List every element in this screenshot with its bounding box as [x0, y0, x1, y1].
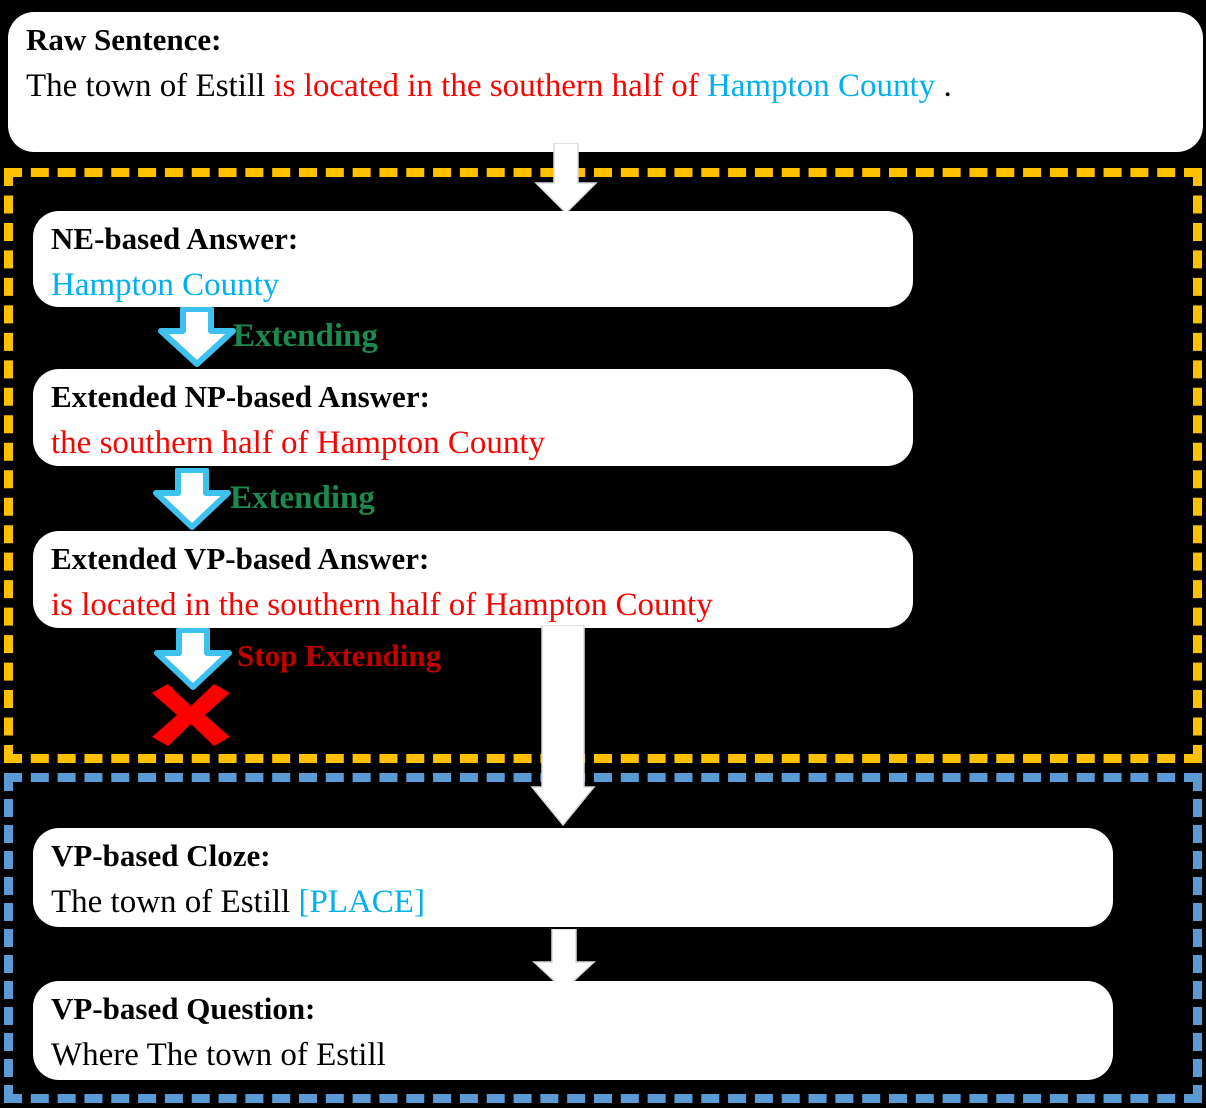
stop-extending-arrow-icon	[153, 628, 233, 690]
vp-based-question-body: Where The town of Estill	[51, 1031, 1095, 1079]
extended-np-based-answer-title: Extended NP-based Answer:	[51, 379, 430, 414]
vp-based-cloze-title: VP-based Cloze:	[51, 838, 271, 873]
ne-based-answer-card: NE-based Answer: Hampton County	[33, 211, 913, 307]
vp-based-question-title: VP-based Question:	[51, 991, 316, 1026]
arrow-raw-to-ne-icon	[534, 143, 598, 215]
raw-sentence-title: Raw Sentence:	[26, 22, 222, 57]
raw-sentence-body: The town of Estill is located in the sou…	[26, 62, 1185, 110]
extended-vp-based-answer-value: is located in the southern half of Hampt…	[51, 587, 713, 624]
extending-label-2: Extending	[230, 480, 375, 516]
vp-based-cloze-body: The town of Estill [PLACE]	[51, 878, 1095, 926]
extended-np-based-answer-value: the southern half of Hampton County	[51, 425, 546, 462]
extending-label-1: Extending	[233, 318, 378, 354]
red-cross-icon	[152, 684, 230, 746]
raw-sentence-seg-1: is located in the southern half of	[273, 68, 707, 105]
ne-based-answer-body: Hampton County	[51, 261, 895, 307]
raw-sentence-seg-0: The town of Estill	[26, 68, 274, 105]
arrow-vp-answer-to-cloze-icon	[530, 625, 596, 827]
ne-based-answer-title: NE-based Answer:	[51, 221, 299, 256]
extended-np-based-answer-card: Extended NP-based Answer: the southern h…	[33, 369, 913, 466]
raw-sentence-seg-3: .	[935, 68, 952, 105]
extended-vp-based-answer-card: Extended VP-based Answer: is located in …	[33, 531, 913, 628]
extending-arrow-1-icon	[157, 307, 237, 367]
vp-based-question-card: VP-based Question: Where The town of Est…	[33, 981, 1113, 1080]
extended-vp-based-answer-body: is located in the southern half of Hampt…	[51, 581, 895, 628]
vp-based-question-value: Where The town of Estill	[51, 1037, 386, 1074]
diagram-canvas: Raw Sentence: The town of Estill is loca…	[0, 0, 1206, 1108]
vp-based-cloze-placeholder: [PLACE]	[298, 884, 425, 921]
raw-sentence-card: Raw Sentence: The town of Estill is loca…	[8, 12, 1203, 152]
stop-extending-label: Stop Extending	[237, 638, 442, 673]
ne-based-answer-value: Hampton County	[51, 267, 280, 304]
vp-based-cloze-card: VP-based Cloze: The town of Estill [PLAC…	[33, 828, 1113, 927]
extended-vp-based-answer-title: Extended VP-based Answer:	[51, 541, 430, 576]
extended-np-based-answer-body: the southern half of Hampton County	[51, 419, 895, 466]
extending-arrow-2-icon	[152, 468, 232, 530]
raw-sentence-seg-2: Hampton County	[706, 68, 936, 105]
vp-based-cloze-seg-0: The town of Estill	[51, 884, 299, 921]
